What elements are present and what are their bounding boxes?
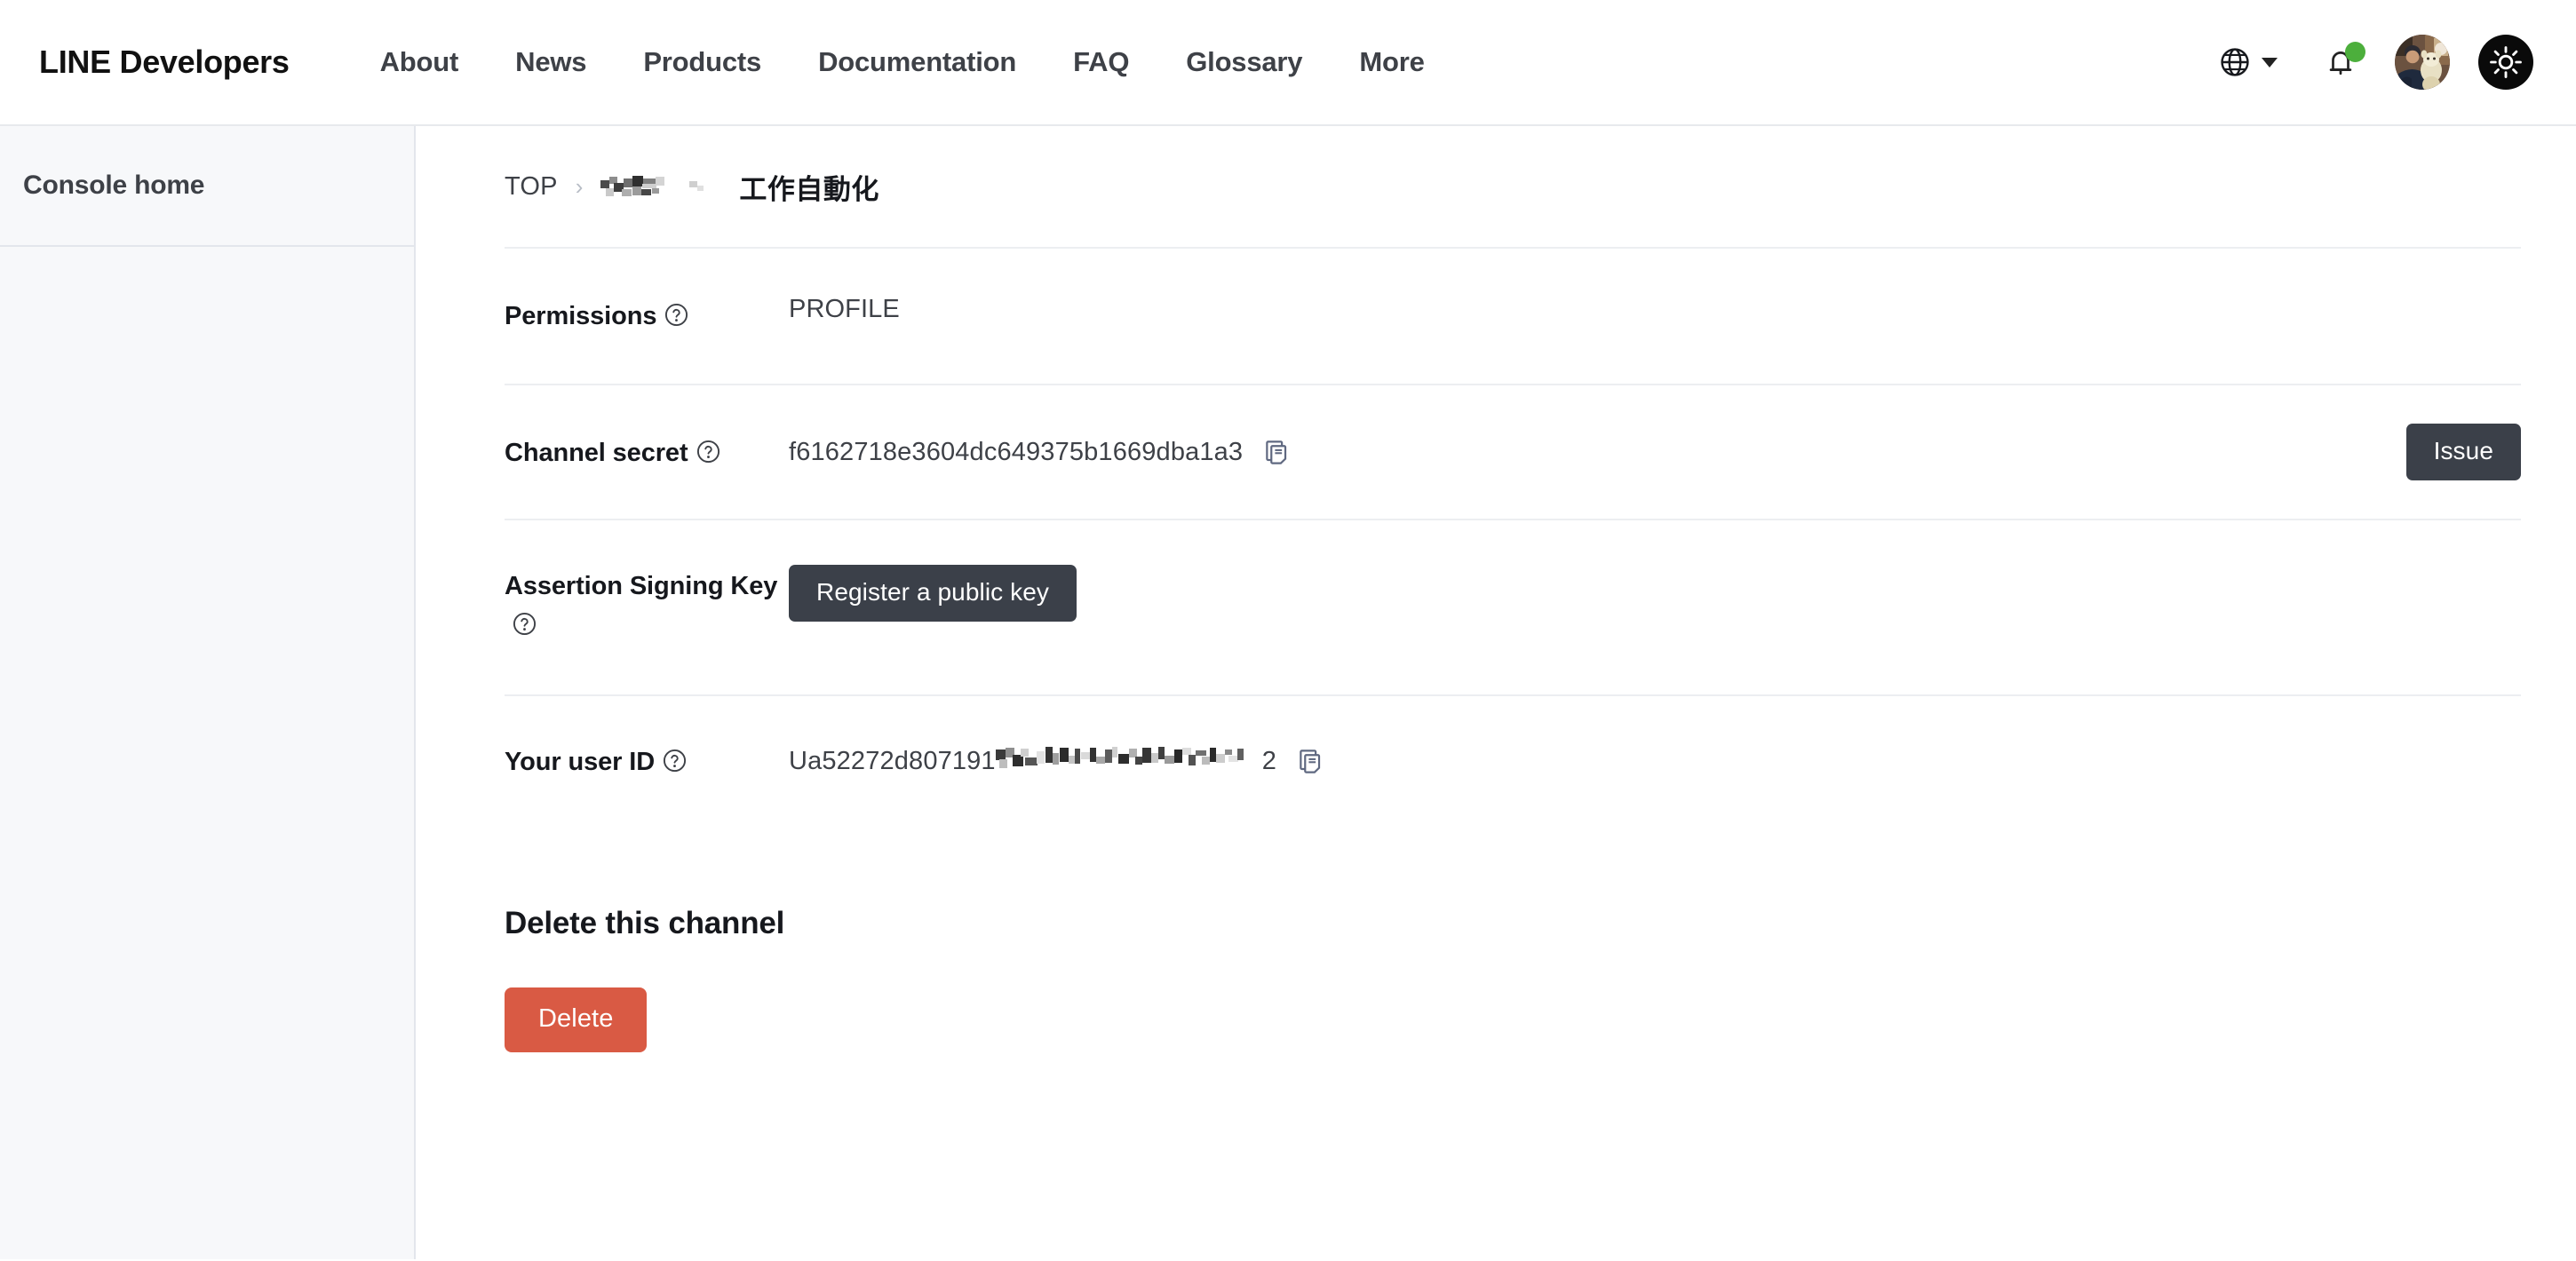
help-icon[interactable] — [664, 303, 688, 327]
chevron-down-icon — [2262, 57, 2278, 67]
user-id-redacted-segment — [995, 746, 1262, 776]
nav-item-glossary[interactable]: Glossary — [1157, 46, 1331, 78]
sidebar-item-console-home[interactable]: Console home — [0, 126, 414, 247]
notifications-button[interactable] — [2301, 42, 2381, 77]
brand-logo[interactable]: LINE Developers — [39, 44, 290, 81]
delete-section-title: Delete this channel — [505, 906, 785, 941]
avatar[interactable] — [2395, 35, 2450, 90]
breadcrumb-item-current: 工作自動化 — [739, 173, 879, 205]
breadcrumb-separator: › — [575, 172, 584, 200]
notification-badge — [2345, 42, 2365, 62]
user-id-value-suffix: 2 — [1261, 746, 1276, 775]
nav-item-documentation[interactable]: Documentation — [790, 46, 1045, 78]
theme-toggle-button[interactable] — [2478, 35, 2533, 90]
channel-secret-label-text: Channel secret — [505, 439, 688, 468]
header-actions — [2197, 35, 2533, 90]
issue-button[interactable]: Issue — [2405, 424, 2521, 481]
avatar-image — [2395, 35, 2450, 90]
field-label-channel-secret: Channel secret — [505, 432, 789, 472]
user-id-label-text: Your user ID — [505, 748, 656, 777]
field-row-assertion-signing-key: Assertion Signing Key Register a public … — [416, 520, 2576, 694]
field-label-permissions: Permissions — [505, 295, 789, 336]
copy-icon[interactable] — [1264, 439, 1292, 466]
nav-item-news[interactable]: News — [487, 46, 615, 78]
globe-icon — [2221, 48, 2249, 76]
primary-nav: About News Products Documentation FAQ Gl… — [352, 46, 1453, 78]
permissions-value: PROFILE — [789, 295, 900, 323]
nav-item-more[interactable]: More — [1331, 46, 1452, 78]
field-value-permissions: PROFILE — [789, 295, 2521, 324]
field-row-permissions: Permissions PROFILE — [416, 249, 2576, 384]
main-content: TOP › 工作自動化 Permissions PROFILE Channel … — [416, 126, 2576, 1259]
field-row-your-user-id: Your user ID Ua52272d807191 2 — [416, 696, 2576, 829]
sidebar: Console home — [0, 126, 416, 1259]
sun-icon — [2490, 46, 2522, 78]
copy-icon[interactable] — [1298, 748, 1325, 775]
page-body: Console home TOP › 工作自動化 Permissions PRO… — [0, 126, 2576, 1259]
field-label-your-user-id: Your user ID — [505, 741, 789, 781]
field-row-channel-secret: Channel secret f6162718e3604dc649375b166… — [416, 385, 2576, 519]
nav-item-faq[interactable]: FAQ — [1045, 46, 1157, 78]
delete-channel-section: Delete this channel Delete — [416, 829, 2576, 1053]
field-value-channel-secret: f6162718e3604dc649375b1669dba1a3 — [789, 438, 2521, 467]
channel-secret-value: f6162718e3604dc649375b1669dba1a3 — [789, 437, 1244, 466]
breadcrumb: TOP › 工作自動化 — [416, 126, 2576, 247]
nav-item-about[interactable]: About — [352, 46, 488, 78]
language-selector[interactable] — [2197, 47, 2301, 77]
help-icon[interactable] — [513, 612, 537, 636]
breadcrumb-item-redacted[interactable] — [600, 175, 679, 202]
help-icon[interactable] — [696, 440, 720, 464]
nav-item-products[interactable]: Products — [615, 46, 790, 78]
user-id-value-prefix: Ua52272d807191 — [789, 746, 996, 775]
assertion-key-label-text: Assertion Signing Key — [505, 572, 778, 601]
field-label-assertion-signing-key: Assertion Signing Key — [505, 565, 789, 645]
help-icon[interactable] — [663, 749, 687, 773]
breadcrumb-separator-2 — [684, 175, 714, 198]
site-header: LINE Developers About News Products Docu… — [0, 0, 2576, 126]
field-value-assertion-signing-key: Register a public key — [789, 565, 2521, 623]
breadcrumb-item-top[interactable]: TOP — [505, 172, 558, 202]
permissions-label-text: Permissions — [505, 302, 657, 330]
delete-button[interactable]: Delete — [505, 987, 648, 1053]
sidebar-item-label: Console home — [23, 171, 205, 200]
register-public-key-button[interactable]: Register a public key — [789, 565, 1077, 623]
field-value-your-user-id: Ua52272d807191 2 — [789, 746, 2521, 776]
